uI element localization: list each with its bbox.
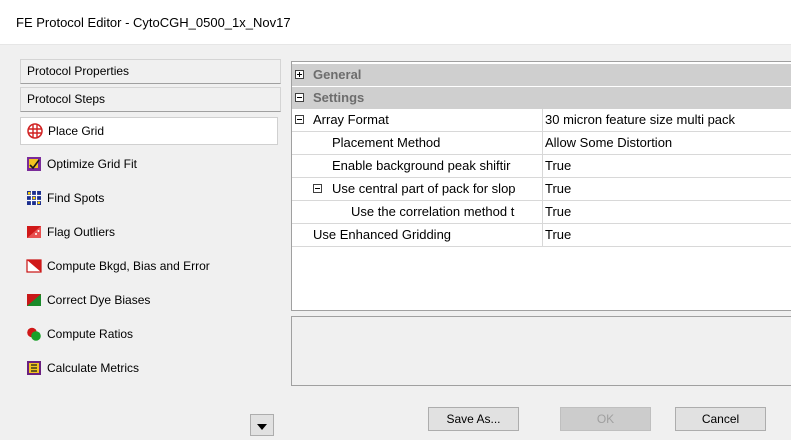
collapse-minus-icon[interactable] [295, 93, 304, 102]
category-label: Settings [313, 90, 365, 105]
step-optimize-grid-fit[interactable]: Optimize Grid Fit [20, 150, 278, 178]
step-find-spots[interactable]: Find Spots [20, 184, 278, 212]
collapse-minus-icon[interactable] [295, 115, 304, 124]
save-as-button[interactable]: Save As... [428, 407, 519, 431]
property-name-cell: Use central part of pack for slop [292, 178, 543, 200]
find-spots-icon [26, 190, 44, 206]
property-name: Array Format [313, 112, 389, 127]
property-name: Use Enhanced Gridding [313, 227, 452, 242]
property-description-panel [291, 316, 791, 386]
property-name-cell: Placement Method [292, 132, 543, 154]
property-value[interactable]: True [545, 201, 571, 223]
property-value[interactable]: True [545, 155, 571, 177]
property-name: Enable background peak shiftir [332, 158, 511, 173]
compute-ratios-icon [26, 326, 44, 342]
property-row-placement-method[interactable]: Placement Method Allow Some Distortion [292, 132, 791, 155]
step-correct-dye-biases[interactable]: Correct Dye Biases [20, 286, 278, 314]
correct-dye-biases-icon [26, 292, 44, 308]
property-name: Use the correlation method t [351, 204, 515, 219]
category-settings[interactable]: Settings [292, 87, 791, 109]
property-grid[interactable]: General Settings Array Format 30 micron … [291, 61, 791, 311]
expand-plus-icon[interactable] [295, 70, 304, 79]
property-row-array-format[interactable]: Array Format 30 micron feature size mult… [292, 109, 791, 132]
step-compute-ratios[interactable]: Compute Ratios [20, 320, 278, 348]
step-label: Optimize Grid Fit [47, 157, 138, 171]
protocol-steps-list[interactable]: Place Grid Optimize Grid Fit Find Spots … [20, 115, 281, 436]
step-calculate-metrics[interactable]: Calculate Metrics [20, 354, 278, 382]
property-name-cell: Array Format [292, 109, 543, 131]
steps-dropdown-button[interactable] [250, 414, 274, 436]
property-row-central-part[interactable]: Use central part of pack for slop True [292, 178, 791, 201]
property-name: Use central part of pack for slop [332, 181, 516, 196]
step-label: Find Spots [47, 191, 105, 205]
step-compute-bkgd[interactable]: Compute Bkgd, Bias and Error [20, 252, 278, 280]
window-title: FE Protocol Editor - CytoCGH_0500_1x_Nov… [16, 15, 291, 30]
place-grid-icon [27, 123, 45, 139]
step-flag-outliers[interactable]: Flag Outliers [20, 218, 278, 246]
left-panel: Protocol Properties Protocol Steps Place… [20, 59, 281, 436]
compute-bkgd-icon [26, 258, 44, 274]
protocol-steps-header[interactable]: Protocol Steps [20, 87, 281, 112]
property-row-enhanced-gridding[interactable]: Use Enhanced Gridding True [292, 224, 791, 247]
property-name-cell: Use Enhanced Gridding [292, 224, 543, 246]
property-row-background-peak-shift[interactable]: Enable background peak shiftir True [292, 155, 791, 178]
property-row-correlation-method[interactable]: Use the correlation method t True [292, 201, 791, 224]
category-label: General [313, 67, 362, 82]
step-place-grid[interactable]: Place Grid [20, 117, 278, 145]
step-label: Compute Bkgd, Bias and Error [47, 259, 210, 273]
step-label: Correct Dye Biases [47, 293, 151, 307]
property-value[interactable]: True [545, 178, 571, 200]
ok-button[interactable]: OK [560, 407, 651, 431]
step-label: Place Grid [48, 124, 105, 138]
title-bar: FE Protocol Editor - CytoCGH_0500_1x_Nov… [0, 0, 791, 45]
property-value[interactable]: 30 micron feature size multi pack [545, 109, 735, 131]
cancel-button[interactable]: Cancel [675, 407, 766, 431]
optimize-grid-fit-icon [26, 156, 44, 172]
step-label: Compute Ratios [47, 327, 134, 341]
triangle-down-icon [257, 418, 267, 433]
property-name: Placement Method [332, 135, 441, 150]
step-label: Calculate Metrics [47, 361, 140, 375]
category-general[interactable]: General [292, 64, 791, 86]
property-name-cell: Enable background peak shiftir [292, 155, 543, 177]
property-value[interactable]: Allow Some Distortion [545, 132, 672, 154]
calculate-metrics-icon [26, 360, 44, 376]
flag-outliers-icon [26, 224, 44, 240]
property-value[interactable]: True [545, 224, 571, 246]
property-name-cell: Use the correlation method t [292, 201, 543, 223]
collapse-minus-icon[interactable] [313, 184, 322, 193]
protocol-properties-header[interactable]: Protocol Properties [20, 59, 281, 84]
step-label: Flag Outliers [47, 225, 116, 239]
